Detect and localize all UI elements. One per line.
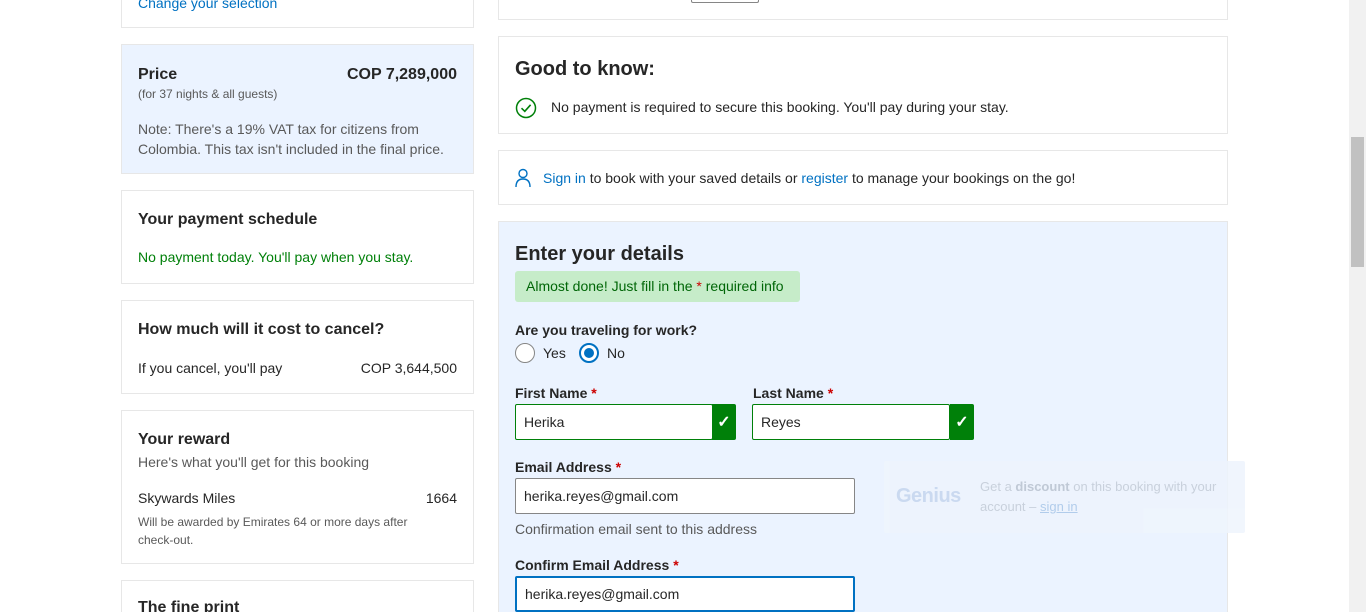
required-star: *: [673, 557, 679, 573]
confirm-email-label-text: Confirm Email Address: [515, 557, 670, 573]
sign-in-link[interactable]: Sign in: [543, 170, 586, 186]
first-name-valid-icon: ✓: [712, 404, 736, 440]
required-star: *: [827, 385, 834, 401]
email-label: Email Address *: [515, 459, 621, 475]
last-name-label: Last Name *: [753, 385, 833, 401]
signin-text-part1: to book with your saved details or: [589, 170, 798, 186]
scrollbar-thumb[interactable]: [1351, 137, 1364, 267]
price-title: Price: [138, 66, 178, 83]
first-name-label-text: First Name: [515, 385, 588, 401]
change-selection-link[interactable]: Change your selection: [138, 0, 277, 11]
signin-text: Sign in to book with your saved details …: [543, 170, 1075, 186]
register-link[interactable]: register: [801, 170, 848, 186]
select-control[interactable]: [691, 0, 759, 3]
cancel-cost-card: How much will it cost to cancel? If you …: [121, 300, 474, 394]
genius-text-bold: discount: [1015, 479, 1070, 494]
last-name-field[interactable]: [752, 404, 950, 440]
reward-card: Your reward Here's what you'll get for t…: [121, 410, 474, 564]
work-travel-question: Are you traveling for work?: [515, 322, 698, 338]
reward-miles: 1664: [425, 490, 457, 506]
price-card: Price COP 7,289,000 (for 37 nights & all…: [121, 44, 474, 174]
page-scrollbar[interactable]: [1349, 0, 1366, 612]
last-name-valid-icon: ✓: [950, 404, 974, 440]
almost-done-text: Almost done! Just fill in the: [526, 278, 693, 294]
confirm-email-field[interactable]: [515, 576, 855, 612]
cancel-cost-amount: COP 3,644,500: [360, 360, 457, 376]
required-star: *: [615, 459, 622, 475]
first-name-field[interactable]: [515, 404, 713, 440]
reward-program: Skywards Miles: [138, 490, 236, 506]
work-no-radio[interactable]: [579, 343, 599, 363]
check-circle-icon: [515, 97, 537, 119]
payment-schedule-text: No payment today. You'll pay when you st…: [138, 249, 414, 265]
payment-schedule-card: Your payment schedule No payment today. …: [121, 190, 474, 284]
vat-note: Note: There's a 19% VAT tax for citizens…: [138, 121, 444, 157]
person-icon: [515, 168, 531, 188]
work-yes-radio[interactable]: [515, 343, 535, 363]
genius-text-pre: Get a: [980, 479, 1012, 494]
selection-card: Change your selection: [121, 0, 474, 28]
fine-print-card: The fine print: [121, 580, 474, 612]
price-amount: COP 7,289,000: [346, 66, 457, 83]
reward-subtext: Here's what you'll get for this booking: [138, 454, 370, 470]
required-star: *: [696, 278, 702, 294]
good-to-know-item: No payment is required to secure this bo…: [551, 99, 1009, 115]
cancel-cost-title: How much will it cost to cancel?: [138, 321, 385, 338]
work-yes-label[interactable]: Yes: [543, 345, 566, 361]
almost-done-banner: Almost done! Just fill in the * required…: [515, 271, 800, 302]
almost-done-suffix: required info: [705, 278, 784, 294]
price-subtext: (for 37 nights & all guests): [138, 87, 278, 101]
confirm-email-label: Confirm Email Address *: [515, 557, 679, 573]
good-to-know-title: Good to know:: [515, 58, 655, 80]
genius-sign-in-link[interactable]: sign in: [1040, 499, 1078, 514]
signin-banner: Sign in to book with your saved details …: [498, 150, 1228, 205]
fine-print-title: The fine print: [138, 599, 240, 612]
genius-tooltip: Genius Get a discount on this booking wi…: [884, 461, 1245, 533]
good-to-know-card: Good to know: No payment is required to …: [498, 36, 1228, 134]
reward-note: Will be awarded by Emirates 64 or more d…: [138, 515, 408, 547]
email-field[interactable]: [515, 478, 855, 514]
last-name-label-text: Last Name: [753, 385, 824, 401]
details-title: Enter your details: [515, 243, 684, 265]
signin-text-part2: to manage your bookings on the go!: [851, 170, 1076, 186]
reward-title: Your reward: [138, 431, 231, 448]
email-label-text: Email Address: [515, 459, 612, 475]
genius-text: Get a discount on this booking with your…: [980, 477, 1230, 517]
genius-logo: Genius: [896, 485, 961, 507]
email-helper-text: Confirmation email sent to this address: [515, 521, 757, 537]
required-star: *: [591, 385, 597, 401]
first-name-label: First Name *: [515, 385, 597, 401]
cancel-cost-label: If you cancel, you'll pay: [138, 360, 283, 376]
work-no-label[interactable]: No: [607, 345, 625, 361]
payment-schedule-title: Your payment schedule: [138, 211, 318, 228]
enter-details-card: Enter your details Almost done! Just fil…: [498, 221, 1228, 612]
previous-section-card: [498, 0, 1228, 20]
